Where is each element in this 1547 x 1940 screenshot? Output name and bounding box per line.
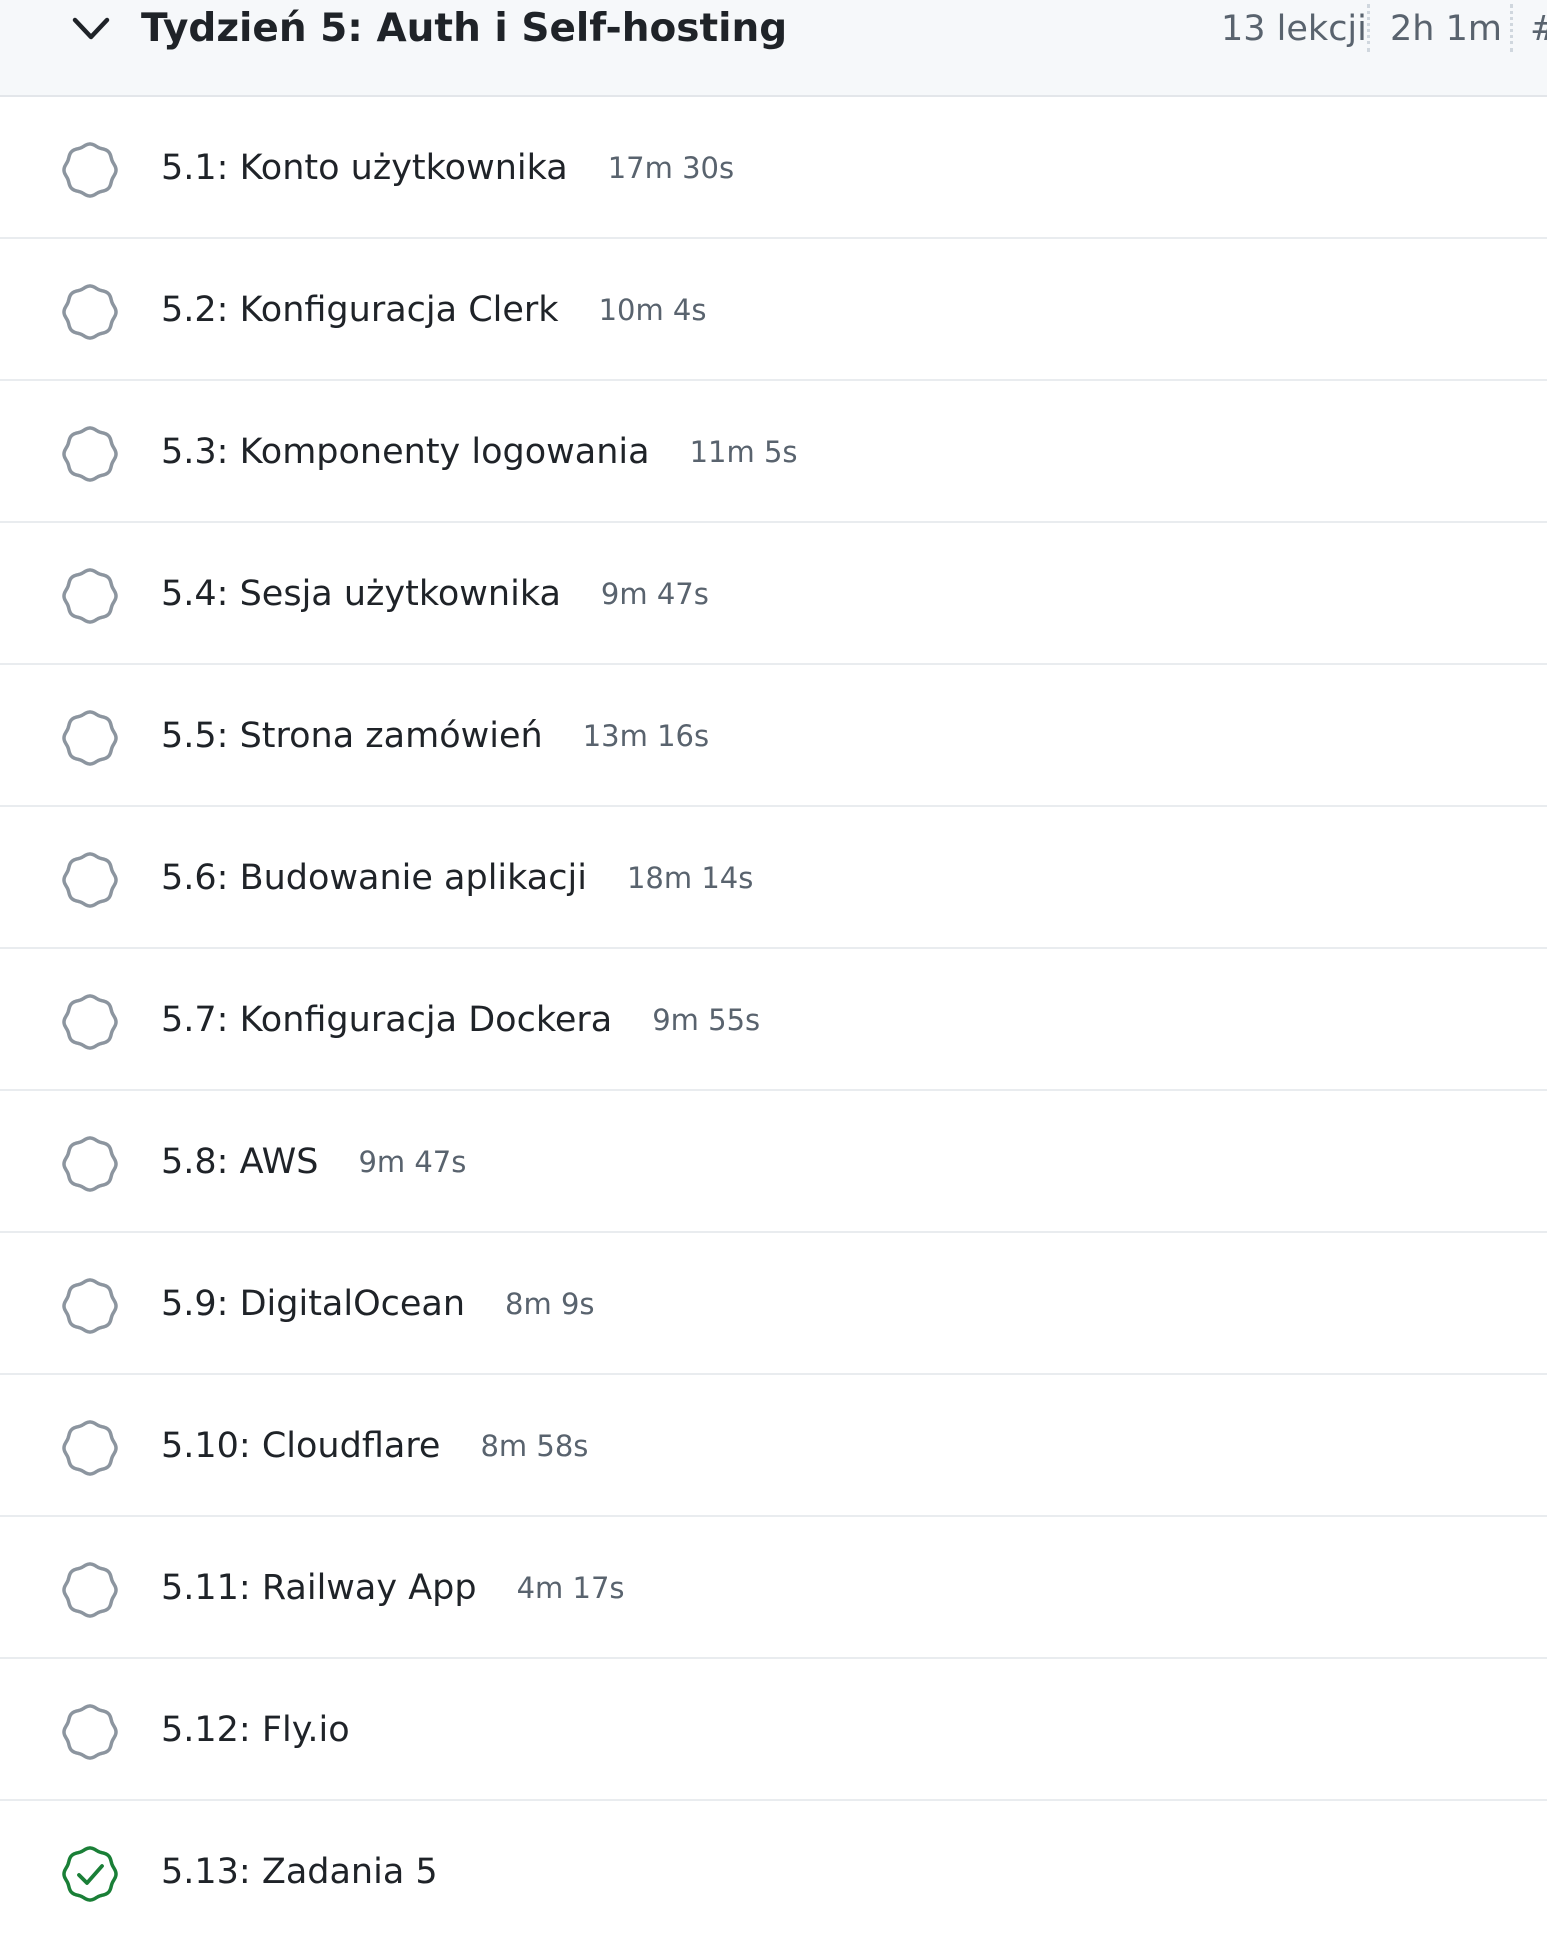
lesson-text: 5.4: Sesja użytkownika 9m 47s	[161, 523, 709, 665]
lesson-title: 5.4: Sesja użytkownika	[161, 574, 561, 614]
lesson-row[interactable]: 5.3: Komponenty logowania 11m 5s	[0, 381, 1547, 523]
incomplete-circle-icon[interactable]	[61, 993, 119, 1051]
meta-separator	[1510, 4, 1513, 52]
lesson-title: 5.9: DigitalOcean	[161, 1284, 466, 1324]
completed-check-icon[interactable]	[61, 1845, 119, 1903]
lesson-row[interactable]: 5.1: Konto użytkownika 17m 30s	[0, 97, 1547, 239]
lesson-duration: 8m 9s	[505, 1287, 595, 1321]
lesson-row[interactable]: 5.6: Budowanie aplikacji 18m 14s	[0, 807, 1547, 949]
lesson-duration: 4m 17s	[516, 1571, 625, 1605]
incomplete-circle-icon[interactable]	[61, 141, 119, 199]
lesson-duration: 10m 4s	[598, 293, 707, 327]
lesson-duration: 9m 55s	[652, 1003, 761, 1037]
incomplete-circle-icon[interactable]	[61, 1135, 119, 1193]
lesson-duration: 13m 16s	[582, 719, 710, 753]
lesson-title: 5.8: AWS	[161, 1142, 319, 1182]
lesson-title: 5.12: Fly.io	[161, 1710, 350, 1750]
chevron-down-icon[interactable]	[69, 10, 113, 50]
incomplete-circle-icon[interactable]	[61, 1277, 119, 1335]
lesson-text: 5.8: AWS 9m 47s	[161, 1091, 466, 1233]
meta-separator	[1367, 4, 1370, 52]
lesson-text: 5.5: Strona zamówień 13m 16s	[161, 665, 709, 807]
lesson-title: 5.10: Cloudflare	[161, 1426, 441, 1466]
section-duration: 2h 1m	[1390, 9, 1502, 49]
lesson-title: 5.13: Zadania 5	[161, 1852, 438, 1892]
lesson-count: 13 lekcji	[1221, 9, 1367, 49]
lesson-text: 5.10: Cloudflare 8m 58s	[161, 1375, 588, 1517]
lesson-duration: 18m 14s	[626, 861, 754, 895]
lesson-row[interactable]: 5.11: Railway App 4m 17s	[0, 1517, 1547, 1659]
section-extra: #	[1530, 2, 1547, 56]
lesson-title: 5.1: Konto użytkownika	[161, 148, 568, 188]
incomplete-circle-icon[interactable]	[61, 283, 119, 341]
lesson-text: 5.3: Komponenty logowania 11m 5s	[161, 381, 798, 523]
lesson-duration: 17m 30s	[607, 151, 735, 185]
lesson-text: 5.1: Konto użytkownika 17m 30s	[161, 97, 734, 239]
lesson-duration: 9m 47s	[600, 577, 709, 611]
lesson-title: 5.6: Budowanie aplikacji	[161, 858, 587, 898]
lesson-text: 5.13: Zadania 5	[161, 1801, 438, 1940]
lesson-title: 5.11: Railway App	[161, 1568, 477, 1608]
lesson-row[interactable]: 5.4: Sesja użytkownika 9m 47s	[0, 523, 1547, 665]
incomplete-circle-icon[interactable]	[61, 1703, 119, 1761]
lesson-title: 5.2: Konfiguracja Clerk	[161, 290, 559, 330]
lesson-duration: 11m 5s	[689, 435, 798, 469]
incomplete-circle-icon[interactable]	[61, 851, 119, 909]
section-header[interactable]: Tydzień 5: Auth i Self-hosting 13 lekcji…	[0, 0, 1547, 97]
lesson-duration: 8m 58s	[480, 1429, 589, 1463]
lesson-row[interactable]: 5.9: DigitalOcean 8m 9s	[0, 1233, 1547, 1375]
lesson-title: 5.7: Konfiguracja Dockera	[161, 1000, 613, 1040]
lesson-row[interactable]: 5.10: Cloudflare 8m 58s	[0, 1375, 1547, 1517]
incomplete-circle-icon[interactable]	[61, 1561, 119, 1619]
lesson-row[interactable]: 5.7: Konfiguracja Dockera 9m 55s	[0, 949, 1547, 1091]
lesson-text: 5.9: DigitalOcean 8m 9s	[161, 1233, 595, 1375]
incomplete-circle-icon[interactable]	[61, 1419, 119, 1477]
lesson-text: 5.2: Konfiguracja Clerk 10m 4s	[161, 239, 707, 381]
section-title: Tydzień 5: Auth i Self-hosting	[141, 6, 788, 51]
lesson-row[interactable]: 5.13: Zadania 5	[0, 1801, 1547, 1940]
incomplete-circle-icon[interactable]	[61, 709, 119, 767]
lesson-text: 5.7: Konfiguracja Dockera 9m 55s	[161, 949, 760, 1091]
incomplete-circle-icon[interactable]	[61, 567, 119, 625]
lesson-title: 5.5: Strona zamówień	[161, 716, 543, 756]
lesson-row[interactable]: 5.8: AWS 9m 47s	[0, 1091, 1547, 1233]
lesson-duration: 9m 47s	[358, 1145, 467, 1179]
lesson-row[interactable]: 5.5: Strona zamówień 13m 16s	[0, 665, 1547, 807]
lesson-list: 5.1: Konto użytkownika 17m 30s 5.2: Konf…	[0, 97, 1547, 1940]
lesson-row[interactable]: 5.12: Fly.io	[0, 1659, 1547, 1801]
lesson-title: 5.3: Komponenty logowania	[161, 432, 650, 472]
lesson-text: 5.6: Budowanie aplikacji 18m 14s	[161, 807, 753, 949]
incomplete-circle-icon[interactable]	[61, 425, 119, 483]
lesson-text: 5.11: Railway App 4m 17s	[161, 1517, 625, 1659]
course-week-page: Tydzień 5: Auth i Self-hosting 13 lekcji…	[0, 0, 1547, 1940]
lesson-row[interactable]: 5.2: Konfiguracja Clerk 10m 4s	[0, 239, 1547, 381]
lesson-text: 5.12: Fly.io	[161, 1659, 350, 1801]
